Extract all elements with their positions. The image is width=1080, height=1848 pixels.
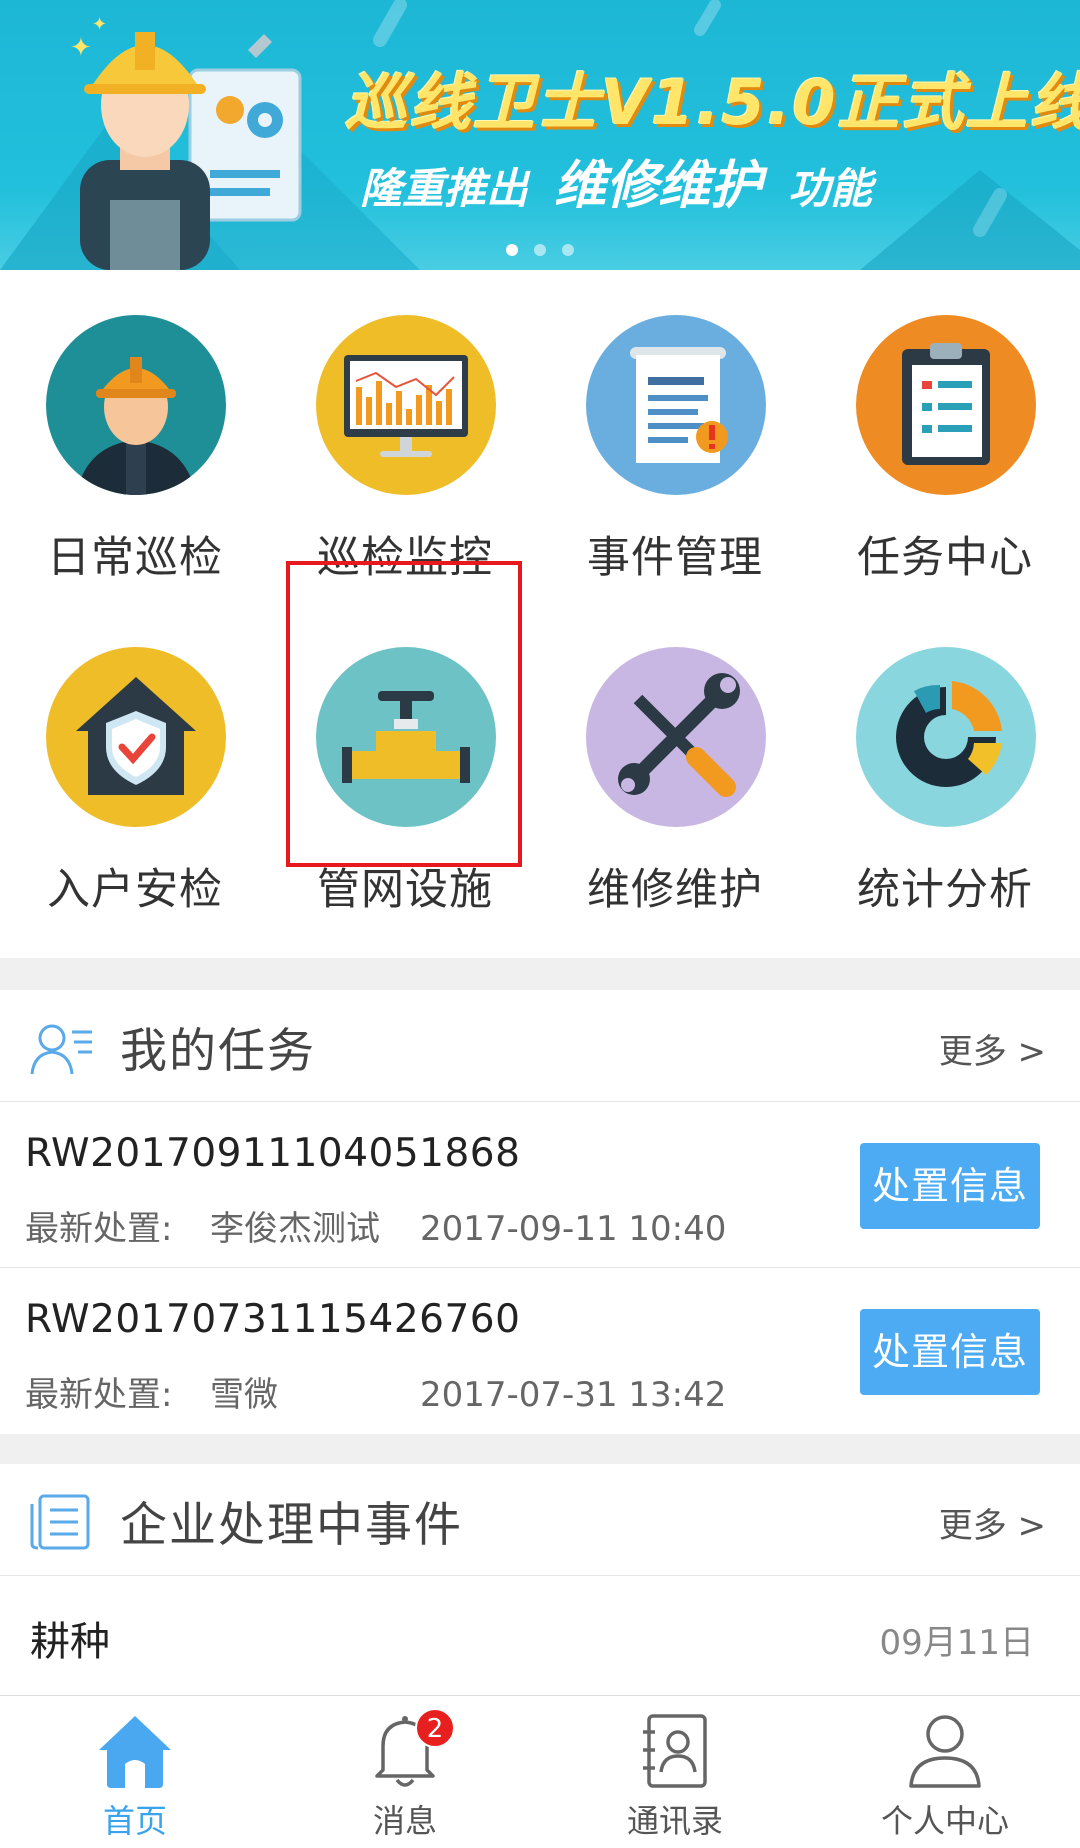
section-title: 企业处理中事件 bbox=[120, 1498, 463, 1553]
task-code: RW20170731115426760 bbox=[25, 1297, 521, 1342]
handle-info-button[interactable]: 处置信息 bbox=[860, 1309, 1040, 1395]
more-link[interactable]: 更多 > bbox=[939, 1024, 1046, 1073]
task-handler: 雪微 bbox=[210, 1375, 278, 1415]
grid-item-task-center[interactable]: 任务中心 bbox=[810, 270, 1080, 583]
section-title: 我的任务 bbox=[120, 1024, 316, 1079]
banner-subtitle-part-1: 隆重推出 bbox=[360, 164, 529, 213]
events-header: 企业处理中事件 更多 > bbox=[0, 1464, 1080, 1576]
more-link[interactable]: 更多 > bbox=[939, 1498, 1046, 1547]
events-section: 企业处理中事件 更多 > 耕种 09月11日 bbox=[0, 1464, 1080, 1695]
carousel-dot[interactable] bbox=[562, 244, 574, 256]
grid-item-label: 维修维护 bbox=[587, 865, 763, 915]
event-row[interactable]: 耕种 09月11日 bbox=[0, 1577, 1080, 1697]
tab-profile[interactable]: 个人中心 bbox=[810, 1696, 1080, 1848]
grid-item-label: 任务中心 bbox=[857, 533, 1033, 583]
clipboard-icon bbox=[856, 315, 1036, 495]
task-handler: 李俊杰测试 bbox=[210, 1209, 380, 1249]
worker-illustration bbox=[80, 32, 302, 270]
grid-item-label: 入户安检 bbox=[47, 865, 223, 915]
tools-icon bbox=[586, 647, 766, 827]
my-tasks-header: 我的任务 更多 > bbox=[0, 990, 1080, 1102]
task-code: RW20170911104051868 bbox=[25, 1131, 521, 1176]
task-meta-label: 最新处置: bbox=[25, 1375, 173, 1415]
event-date: 09月11日 bbox=[879, 1623, 1034, 1663]
carousel-dot[interactable] bbox=[534, 244, 546, 256]
grid-item-statistics[interactable]: 统计分析 bbox=[810, 602, 1080, 915]
grid-item-label: 统计分析 bbox=[857, 865, 1033, 915]
function-grid: 日常巡检 巡检监控 事件管理 任务中心 入户安检 管网设施 维修维护 统计分析 bbox=[0, 270, 1080, 958]
task-time: 2017-09-11 10:40 bbox=[420, 1209, 727, 1249]
grid-item-label: 日常巡检 bbox=[47, 533, 223, 583]
home-screen: ✦ ✦ 巡线卫士V1.5.0正式上线 隆重推出 维修维护 功能 日常巡检 巡检监… bbox=[0, 0, 1080, 1848]
carousel-indicator bbox=[0, 244, 1080, 256]
document-alert-icon bbox=[586, 315, 766, 495]
home-icon bbox=[99, 1716, 171, 1788]
grid-item-daily-inspection[interactable]: 日常巡检 bbox=[0, 270, 270, 583]
task-row[interactable]: RW20170731115426760 最新处置: 雪微 2017-07-31 13… bbox=[0, 1269, 1080, 1434]
tab-label: 个人中心 bbox=[880, 1802, 1009, 1840]
event-name: 耕种 bbox=[30, 1619, 110, 1665]
grid-item-label: 事件管理 bbox=[587, 533, 763, 583]
tab-label: 通讯录 bbox=[626, 1802, 723, 1840]
contacts-icon bbox=[643, 1714, 707, 1788]
banner-title: 巡线卫士V1.5.0正式上线 bbox=[345, 66, 1080, 139]
tab-home[interactable]: 首页 bbox=[0, 1696, 270, 1848]
tab-label: 首页 bbox=[102, 1802, 167, 1840]
my-tasks-section: 我的任务 更多 > RW20170911104051868 最新处置: 李俊杰测试… bbox=[0, 990, 1080, 1434]
bottom-tab-bar: 首页 2 消息 通讯录 个人中心 bbox=[0, 1695, 1080, 1848]
task-meta-label: 最新处置: bbox=[25, 1209, 173, 1249]
monitor-chart-icon bbox=[316, 315, 496, 495]
worker-icon bbox=[46, 315, 226, 495]
task-time: 2017-07-31 13:42 bbox=[420, 1375, 727, 1415]
tab-messages[interactable]: 2 消息 bbox=[270, 1696, 540, 1848]
grid-item-household-safety[interactable]: 入户安检 bbox=[0, 602, 270, 915]
grid-item-event-management[interactable]: 事件管理 bbox=[540, 270, 810, 583]
selection-highlight bbox=[286, 561, 522, 867]
promo-banner[interactable]: ✦ ✦ 巡线卫士V1.5.0正式上线 隆重推出 维修维护 功能 bbox=[0, 0, 1080, 270]
task-meta: 最新处置: 雪微 2017-07-31 13:42 bbox=[25, 1367, 726, 1416]
tab-label: 消息 bbox=[372, 1802, 437, 1840]
unread-badge: 2 bbox=[415, 1708, 455, 1748]
grid-item-inspection-monitoring[interactable]: 巡检监控 bbox=[270, 270, 540, 583]
grid-item-maintenance[interactable]: 维修维护 bbox=[540, 602, 810, 915]
user-list-icon bbox=[30, 1024, 92, 1075]
task-meta: 最新处置: 李俊杰测试 2017-09-11 10:40 bbox=[25, 1201, 726, 1250]
banner-subtitle: 隆重推出 维修维护 功能 bbox=[360, 143, 872, 218]
banner-subtitle-part-3: 功能 bbox=[788, 164, 873, 213]
handle-info-button[interactable]: 处置信息 bbox=[860, 1143, 1040, 1229]
donut-chart-icon bbox=[856, 647, 1036, 827]
carousel-dot[interactable] bbox=[506, 244, 518, 256]
document-list-icon bbox=[30, 1494, 90, 1550]
task-row[interactable]: RW20170911104051868 最新处置: 李俊杰测试 2017-09-11… bbox=[0, 1103, 1080, 1268]
house-shield-icon bbox=[46, 647, 226, 827]
banner-subtitle-part-2: 维修维护 bbox=[554, 156, 763, 216]
tab-contacts[interactable]: 通讯录 bbox=[540, 1696, 810, 1848]
user-icon bbox=[909, 1715, 981, 1788]
